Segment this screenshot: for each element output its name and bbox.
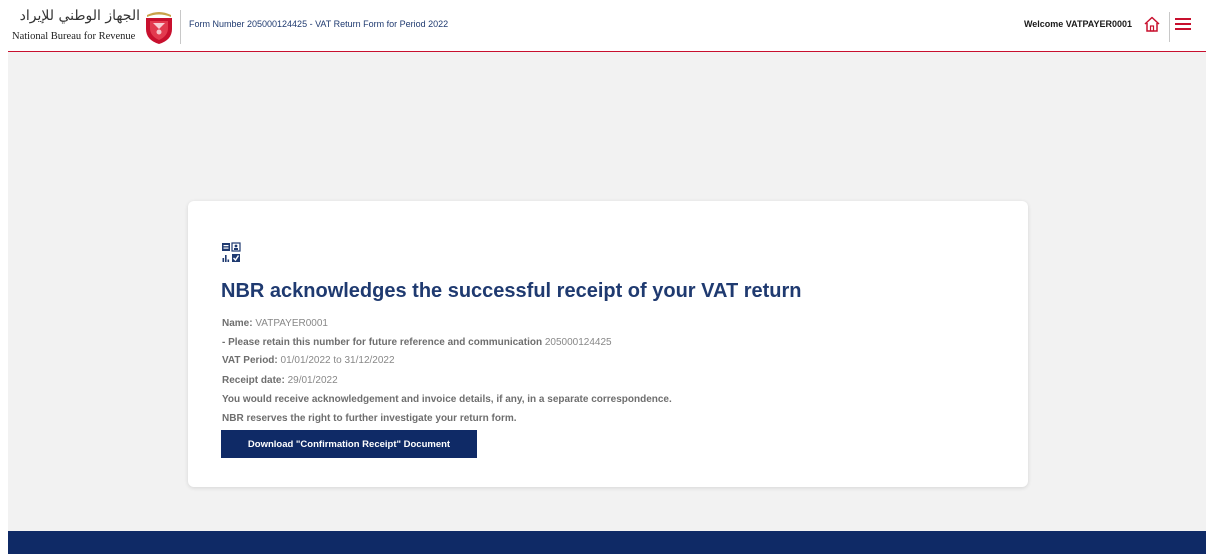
name-label: Name: (222, 318, 253, 329)
header-divider (180, 10, 181, 44)
receipt-date-label: Receipt date: (222, 375, 285, 386)
reference-label: - Please retain this number for future r… (222, 337, 543, 348)
acknowledgement-card: NBR acknowledges the successful receipt … (188, 201, 1028, 487)
footer-bar (8, 531, 1206, 554)
logo-arabic-text: الجهاز الوطني للإيرادات (20, 8, 140, 24)
page-heading: NBR acknowledges the successful receipt … (221, 280, 802, 302)
home-icon[interactable] (1143, 15, 1161, 33)
reference-row: - Please retain this number for future r… (222, 337, 612, 348)
receipt-date-row: Receipt date: 29/01/2022 (222, 375, 338, 386)
vat-period-value: 01/01/2022 to 31/12/2022 (280, 355, 395, 366)
download-confirmation-button[interactable]: Download "Confirmation Receipt" Document (221, 430, 477, 458)
reference-value: 205000124425 (544, 337, 612, 348)
header-divider-right (1169, 12, 1170, 42)
emblem-icon (146, 12, 172, 44)
vat-period-row: VAT Period: 01/01/2022 to 31/12/2022 (222, 355, 395, 366)
app-frame: الجهاز الوطني للإيرادات National Bureau … (8, 0, 1206, 554)
logo-english-text: National Bureau for Revenue (12, 31, 136, 42)
top-header: الجهاز الوطني للإيرادات National Bureau … (8, 0, 1206, 52)
welcome-user[interactable]: Welcome VATPAYER0001 (1024, 19, 1132, 29)
correspondence-note: You would receive acknowledgement and in… (222, 394, 672, 405)
form-title: Form Number 205000124425 - VAT Return Fo… (189, 19, 449, 29)
investigation-note: NBR reserves the right to further invest… (222, 413, 517, 424)
name-row: Name: VATPAYER0001 (222, 318, 328, 329)
vat-period-label: VAT Period: (222, 355, 278, 366)
name-value: VATPAYER0001 (255, 318, 328, 329)
nbr-logo[interactable]: الجهاز الوطني للإيرادات National Bureau … (12, 8, 172, 46)
acknowledgement-icon (222, 242, 241, 262)
receipt-date-value: 29/01/2022 (287, 375, 338, 386)
hamburger-menu-icon[interactable] (1175, 17, 1191, 31)
